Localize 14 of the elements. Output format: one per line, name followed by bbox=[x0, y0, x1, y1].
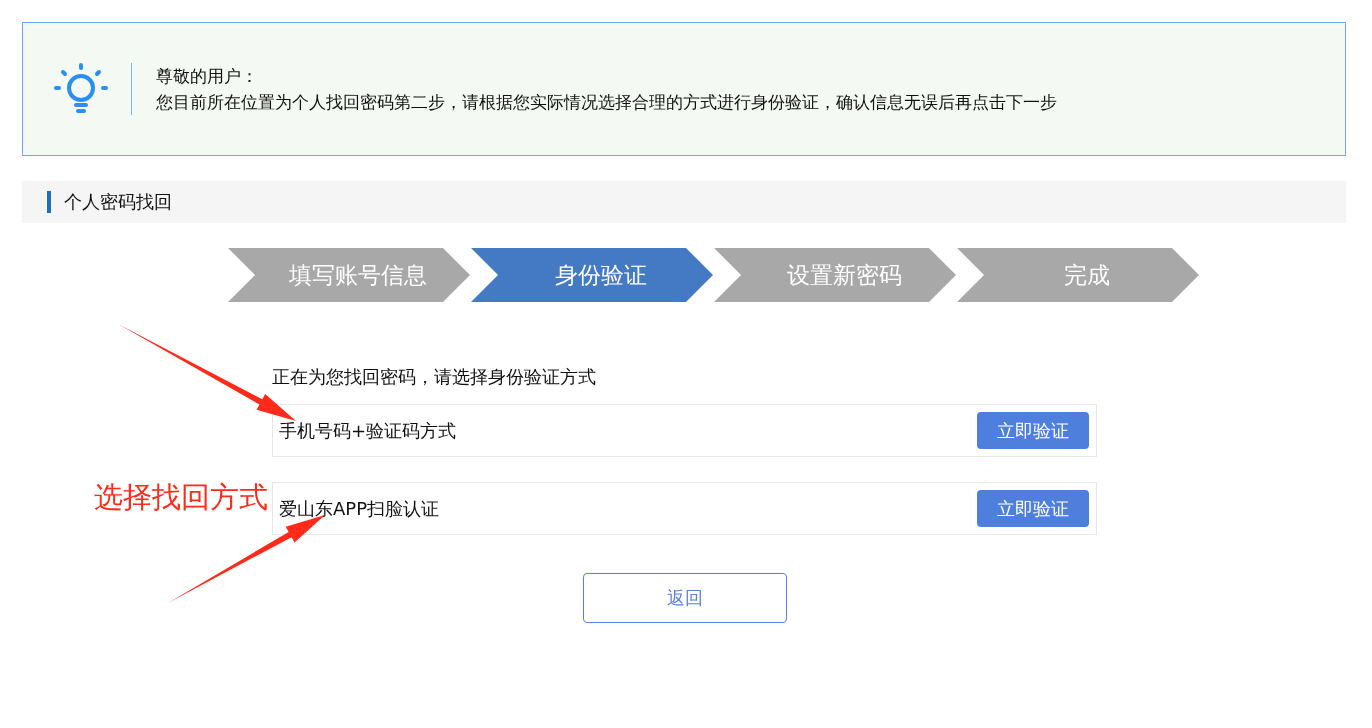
prompt-text: 正在为您找回密码，请选择身份验证方式 bbox=[272, 366, 597, 388]
notice-greeting: 尊敬的用户： bbox=[156, 65, 259, 87]
progress-step: 填写账号信息 bbox=[228, 248, 470, 302]
progress-step: 设置新密码 bbox=[714, 248, 956, 302]
back-button[interactable]: 返回 bbox=[582, 573, 787, 623]
annotation-label: 选择找回方式 bbox=[94, 479, 268, 516]
progress-step: 完成 bbox=[957, 248, 1199, 302]
verify-button[interactable]: 立即验证 bbox=[977, 490, 1089, 527]
option-label: 爱山东APP扫脸认证 bbox=[279, 496, 440, 521]
section-title: 个人密码找回 bbox=[47, 191, 172, 213]
verify-button[interactable]: 立即验证 bbox=[977, 412, 1089, 449]
notice-message: 您目前所在位置为个人找回密码第二步，请根据您实际情况选择合理的方式进行身份验证，确认信息无误后再点击下一步 bbox=[156, 91, 1057, 113]
option-label: 手机号码+验证码方式 bbox=[279, 418, 457, 443]
progress-step: 身份验证 bbox=[471, 248, 713, 302]
